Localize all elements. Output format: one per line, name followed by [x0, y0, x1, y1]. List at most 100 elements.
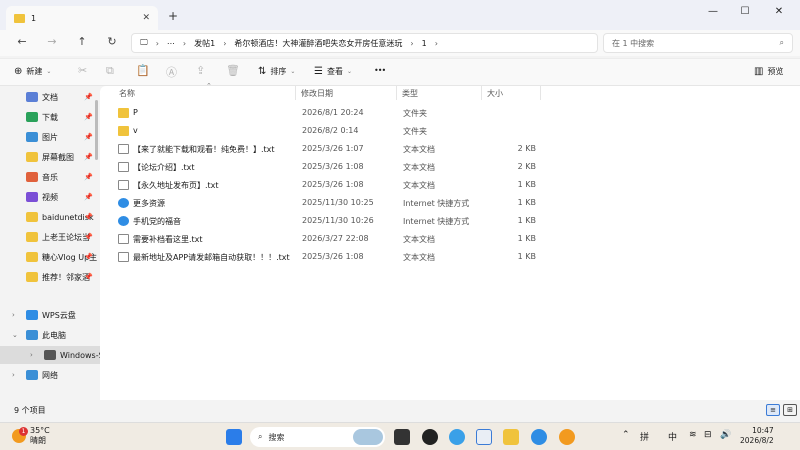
maximize-button[interactable]: ☐ — [730, 6, 760, 17]
sort-button[interactable]: ⇅ 排序 ⌄ — [258, 66, 295, 77]
file-row[interactable]: v 2026/8/2 0:14 文件夹 — [116, 122, 546, 140]
column-header-type[interactable]: 类型 — [402, 88, 418, 99]
file-name: 需要补档看这里.txt — [133, 235, 203, 244]
file-row[interactable]: 【来了就能下载和观看！纯免费！】.txt 2025/3/26 1:07 文本文档… — [116, 140, 546, 158]
back-button[interactable]: ← — [15, 35, 29, 48]
share-icon[interactable]: ⇪ — [196, 64, 205, 77]
sidebar-scrollbar[interactable] — [95, 100, 98, 160]
column-divider[interactable] — [295, 86, 296, 100]
copy-icon[interactable]: ⧉ — [106, 64, 114, 78]
text-file-icon — [118, 144, 129, 154]
preview-pane-button[interactable]: ▥ 预览 — [754, 66, 783, 77]
new-tab-button[interactable]: + — [168, 9, 178, 23]
breadcrumb-item[interactable]: 希尔顿酒店！大神灌醉酒吧失恋女开房任意迷玩 — [234, 38, 402, 49]
location-icon — [26, 310, 38, 320]
browser-icon[interactable] — [449, 429, 465, 445]
sidebar-item[interactable]: 上老王论坛当 📌 — [0, 228, 100, 246]
column-divider[interactable] — [540, 86, 541, 100]
sort-icon: ⇅ — [258, 66, 267, 77]
file-row[interactable]: 最新地址及APP请发邮箱自动获取！！！.txt 2025/3/26 1:08 文… — [116, 248, 546, 266]
folder-icon — [26, 132, 38, 142]
sidebar-item[interactable]: 图片 📌 — [0, 128, 100, 146]
sidebar-item[interactable]: 推荐！邻家酒 📌 — [0, 268, 100, 286]
search-input[interactable]: 在 1 中搜索 ⌕ — [603, 33, 793, 53]
breadcrumb-item[interactable]: 发帖1 — [194, 38, 215, 49]
sidebar-item[interactable]: baidunetdisk 📌 — [0, 208, 100, 226]
column-header-modified[interactable]: 修改日期 — [301, 88, 333, 99]
new-button[interactable]: ⊕ 新建 ⌄ — [14, 66, 51, 77]
sidebar-item[interactable]: 音乐 📌 — [0, 168, 100, 186]
sidebar-tree-item[interactable]: ⌄ 此电脑 — [0, 326, 100, 344]
breadcrumb-more[interactable]: ⋯ — [167, 39, 175, 48]
search-icon: ⌕ — [779, 38, 784, 47]
sidebar-item[interactable]: 屏幕截图 📌 — [0, 148, 100, 166]
qq-icon[interactable] — [422, 429, 438, 445]
minimize-button[interactable]: — — [698, 6, 728, 17]
forward-button[interactable]: → — [45, 35, 59, 48]
rename-icon[interactable]: Ⓐ — [166, 64, 177, 80]
audio-app-icon[interactable] — [559, 429, 575, 445]
sidebar-tree-item[interactable]: › Windows-SSD — [0, 346, 100, 364]
sidebar-tree-item[interactable]: › WPS云盘 — [0, 306, 100, 324]
file-row[interactable]: 需要补档看这里.txt 2026/3/27 22:08 文本文档 1 KB — [116, 230, 546, 248]
volume-icon[interactable]: 🔊 — [720, 430, 731, 440]
up-button[interactable]: ↑ — [75, 35, 89, 48]
app-icon[interactable] — [476, 429, 492, 445]
text-file-icon — [118, 234, 129, 244]
column-divider[interactable] — [396, 86, 397, 100]
chevron-icon[interactable]: › — [30, 351, 33, 359]
sidebar-tree-item[interactable]: › 网络 — [0, 366, 100, 384]
file-row[interactable]: 【永久地址发布页】.txt 2025/3/26 1:08 文本文档 1 KB — [116, 176, 546, 194]
sidebar-item[interactable]: 下载 📌 — [0, 108, 100, 126]
location-icon — [44, 350, 56, 360]
tiles-view-icon[interactable]: ⊞ — [783, 404, 797, 416]
file-row[interactable]: 【论坛介绍】.txt 2025/3/26 1:08 文本文档 2 KB — [116, 158, 546, 176]
tray-chevron-icon[interactable]: ⌃ — [622, 430, 630, 440]
more-options-button[interactable]: ••• — [374, 66, 386, 75]
file-explorer-icon[interactable] — [503, 429, 519, 445]
file-modified: 2026/8/1 20:24 — [302, 108, 364, 117]
search-highlight-image — [353, 429, 383, 445]
chevron-icon[interactable]: ⌄ — [12, 331, 18, 339]
battery-icon[interactable]: ⊟ — [704, 430, 712, 440]
file-modified: 2026/3/27 22:08 — [302, 234, 369, 243]
start-icon[interactable] — [226, 429, 242, 445]
weather-widget[interactable]: 1 35°C 晴朗 — [12, 426, 50, 446]
wifi-icon[interactable]: ≋ — [689, 430, 697, 440]
tab-1[interactable]: 1 ✕ — [6, 6, 158, 30]
sidebar-item[interactable]: 视频 📌 — [0, 188, 100, 206]
clock[interactable]: 10:47 2026/8/2 — [740, 426, 774, 446]
file-modified: 2025/11/30 10:26 — [302, 216, 374, 225]
chevron-icon[interactable]: › — [12, 311, 15, 319]
close-tab-icon[interactable]: ✕ — [142, 13, 150, 23]
breadcrumb-item[interactable]: 1 — [422, 39, 427, 48]
details-view-icon[interactable]: ≡ — [766, 404, 780, 416]
sidebar-tree-label: 网络 — [42, 370, 58, 380]
delete-icon[interactable]: 🗑 — [226, 64, 240, 77]
cut-icon[interactable]: ✂ — [78, 64, 87, 77]
column-header-name[interactable]: 名称 — [119, 88, 135, 99]
sidebar-item-label: 推荐！邻家酒 — [42, 272, 90, 282]
netdisk-icon[interactable] — [531, 429, 547, 445]
address-bar[interactable]: 🖵 › ⋯ › 发帖1 › 希尔顿酒店！大神灌醉酒吧失恋女开房任意迷玩 › 1 … — [131, 33, 598, 53]
view-button[interactable]: ☰ 查看 ⌄ — [314, 66, 352, 77]
file-row[interactable]: 更多资源 2025/11/30 10:25 Internet 快捷方式 1 KB — [116, 194, 546, 212]
folder-icon — [118, 126, 129, 136]
tray-ime-icon[interactable]: 拼 — [640, 430, 649, 443]
refresh-button[interactable]: ↻ — [105, 35, 119, 48]
taskbar-search[interactable]: ⌕ 搜索 — [250, 427, 385, 447]
paste-icon[interactable]: 📋 — [136, 64, 150, 77]
column-divider[interactable] — [481, 86, 482, 100]
close-window-button[interactable]: ✕ — [764, 6, 794, 17]
sidebar-item[interactable]: 文档 📌 — [0, 88, 100, 106]
sidebar-item[interactable]: 糖心Vlog Up主 📌 — [0, 248, 100, 266]
file-type: Internet 快捷方式 — [403, 217, 470, 226]
search-placeholder: 在 1 中搜索 — [612, 38, 655, 48]
task-view-icon[interactable] — [394, 429, 410, 445]
file-row[interactable]: 手机党的福音 2025/11/30 10:26 Internet 快捷方式 1 … — [116, 212, 546, 230]
tray-ime-label[interactable]: 中 — [668, 430, 677, 443]
file-name: 更多资源 — [133, 199, 165, 208]
column-header-size[interactable]: 大小 — [487, 88, 503, 99]
file-row[interactable]: P 2026/8/1 20:24 文件夹 — [116, 104, 546, 122]
chevron-icon[interactable]: › — [12, 371, 15, 379]
